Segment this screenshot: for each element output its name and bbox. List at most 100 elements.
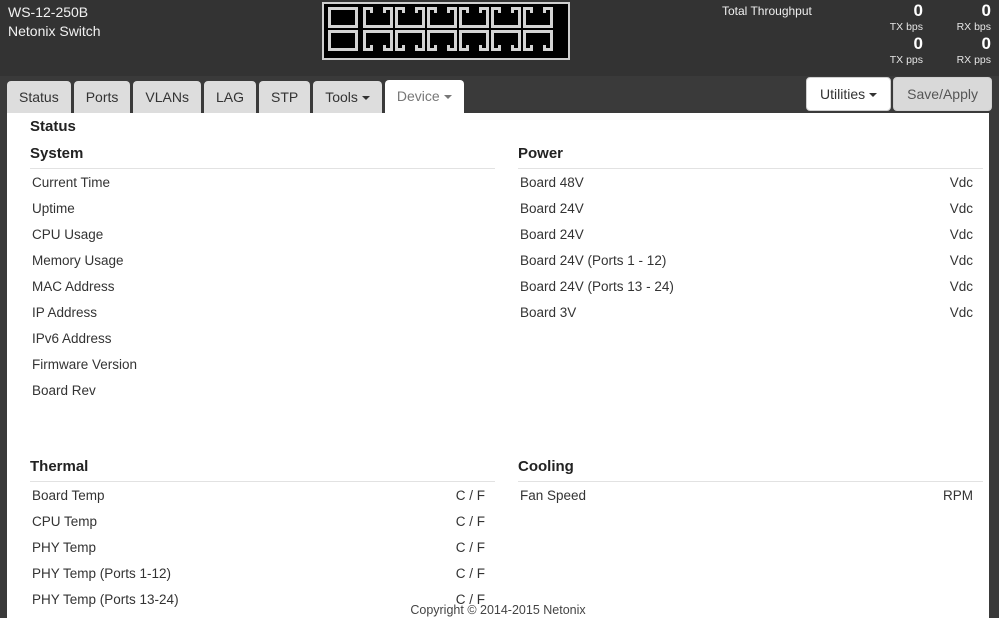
- status-row: Board Temp C / F: [30, 488, 495, 514]
- throughput-value: 0: [913, 34, 923, 53]
- status-row: Board Rev: [30, 383, 495, 409]
- status-row: Board 24V (Ports 13 - 24) Vdc: [518, 279, 983, 305]
- status-row: Board 3V Vdc: [518, 305, 983, 331]
- utilities-button[interactable]: Utilities: [806, 77, 892, 111]
- throughput-value: 0: [981, 34, 991, 53]
- content-panel: Status System Current Time Uptime CPU Usag…: [7, 113, 989, 618]
- tab-lag[interactable]: LAG: [203, 81, 256, 114]
- rj45-port-icon[interactable]: [491, 30, 521, 51]
- system-section: System Current Time Uptime CPU Usage Memory…: [30, 145, 495, 409]
- rj45-port-icon[interactable]: [523, 30, 553, 51]
- page-right-gutter: [989, 113, 999, 618]
- section-divider: [518, 481, 983, 482]
- tab-list: Status Ports VLANs LAG STP Tools Device: [7, 80, 467, 114]
- status-row-label: Memory Usage: [32, 253, 124, 268]
- status-row-unit: Vdc: [949, 279, 973, 294]
- tab-label: Tools: [325, 89, 358, 105]
- status-row-unit: C / F: [455, 566, 485, 581]
- tab-device[interactable]: Device: [384, 80, 464, 114]
- tab-stp[interactable]: STP: [258, 81, 311, 114]
- sfp-port-icon[interactable]: [328, 7, 358, 28]
- thermal-row-list: Board Temp C / F CPU Temp C / F PHY Temp C / …: [30, 488, 495, 618]
- tab-label: STP: [270, 89, 299, 105]
- status-row: IP Address: [30, 305, 495, 331]
- status-row-label: CPU Usage: [32, 227, 104, 242]
- status-row-label: Board 3V: [520, 305, 577, 320]
- status-row-label: IPv6 Address: [32, 331, 112, 346]
- status-row: PHY Temp C / F: [30, 540, 495, 566]
- rj45-port-icon[interactable]: [427, 7, 457, 28]
- status-row: Uptime: [30, 201, 495, 227]
- status-row-label: Uptime: [32, 201, 75, 216]
- sfp-port-column: [328, 7, 358, 55]
- rj45-port-icon[interactable]: [363, 30, 393, 51]
- tab-ports[interactable]: Ports: [73, 81, 131, 114]
- status-row: Board 24V Vdc: [518, 227, 983, 253]
- rj45-port-icon[interactable]: [395, 7, 425, 28]
- status-row-unit: C / F: [455, 540, 485, 555]
- device-brand: WS-12-250B Netonix Switch: [8, 3, 101, 41]
- rj45-port-icon[interactable]: [459, 7, 489, 28]
- throughput-unit: TX pps: [889, 54, 923, 66]
- status-row: PHY Temp (Ports 1-12) C / F: [30, 566, 495, 592]
- device-subtitle: Netonix Switch: [8, 23, 101, 39]
- tab-label: Device: [396, 88, 440, 104]
- rj45-port-column: [523, 7, 553, 55]
- status-row-unit: C / F: [455, 488, 485, 503]
- status-row-label: CPU Temp: [32, 514, 98, 529]
- tab-vlans[interactable]: VLANs: [133, 81, 201, 114]
- tab-label: LAG: [215, 89, 244, 105]
- total-throughput-label: Total Throughput: [722, 4, 812, 18]
- throughput-readout: 0 RX pps: [926, 34, 994, 67]
- status-row: Firmware Version: [30, 357, 495, 383]
- chevron-down-icon: [869, 93, 878, 98]
- status-row: Memory Usage: [30, 253, 495, 279]
- status-row-label: Current Time: [32, 175, 111, 190]
- status-row-label: IP Address: [32, 305, 98, 320]
- chevron-down-icon: [443, 95, 452, 100]
- rj45-port-column: [363, 7, 393, 55]
- status-row-label: MAC Address: [32, 279, 115, 294]
- sfp-port-icon[interactable]: [328, 30, 358, 51]
- status-row: MAC Address: [30, 279, 495, 305]
- rj45-port-icon[interactable]: [363, 7, 393, 28]
- status-row-label: Fan Speed: [520, 488, 587, 503]
- status-row-label: Board Rev: [32, 383, 96, 398]
- status-row-label: Board 24V: [520, 227, 584, 242]
- rj45-port-column: [459, 7, 489, 55]
- status-row: CPU Usage: [30, 227, 495, 253]
- throughput-value: 0: [913, 1, 923, 20]
- status-row-label: Board Temp: [32, 488, 105, 503]
- rj45-port-icon[interactable]: [427, 30, 457, 51]
- section-divider: [30, 168, 495, 169]
- status-row-unit: Vdc: [949, 175, 973, 190]
- rj45-port-group[interactable]: [363, 7, 553, 55]
- tab-label: Status: [19, 89, 59, 105]
- status-row-unit: Vdc: [949, 201, 973, 216]
- rj45-port-icon[interactable]: [459, 30, 489, 51]
- device-model: WS-12-250B: [8, 4, 89, 20]
- status-row-label: Board 24V (Ports 13 - 24): [520, 279, 674, 294]
- power-section: Power Board 48V Vdc Board 24V Vdc Board 24V V…: [518, 145, 983, 331]
- tab-tools[interactable]: Tools: [313, 81, 382, 114]
- rj45-port-icon[interactable]: [395, 30, 425, 51]
- status-row-label: PHY Temp: [32, 540, 97, 555]
- status-row: Current Time: [30, 175, 495, 201]
- switch-port-diagram[interactable]: [322, 2, 570, 60]
- throughput-unit: TX bps: [889, 21, 923, 33]
- rj45-port-icon[interactable]: [523, 7, 553, 28]
- status-row-label: Board 24V (Ports 1 - 12): [520, 253, 667, 268]
- status-row: IPv6 Address: [30, 331, 495, 357]
- rj45-port-icon[interactable]: [491, 7, 521, 28]
- tab-status[interactable]: Status: [7, 81, 71, 114]
- status-row-label: Firmware Version: [32, 357, 138, 372]
- status-row: Board 24V Vdc: [518, 201, 983, 227]
- power-row-list: Board 48V Vdc Board 24V Vdc Board 24V Vdc Boar…: [518, 175, 983, 331]
- save-apply-button[interactable]: Save/Apply: [893, 77, 992, 111]
- status-row: Board 24V (Ports 1 - 12) Vdc: [518, 253, 983, 279]
- status-row-unit: Vdc: [949, 305, 973, 320]
- thermal-section: Thermal Board Temp C / F CPU Temp C / F PHY …: [30, 458, 495, 618]
- section-divider: [30, 481, 495, 482]
- sfp-port-group[interactable]: [328, 7, 358, 55]
- copyright-footer: Copyright © 2014-2015 Netonix: [410, 603, 586, 617]
